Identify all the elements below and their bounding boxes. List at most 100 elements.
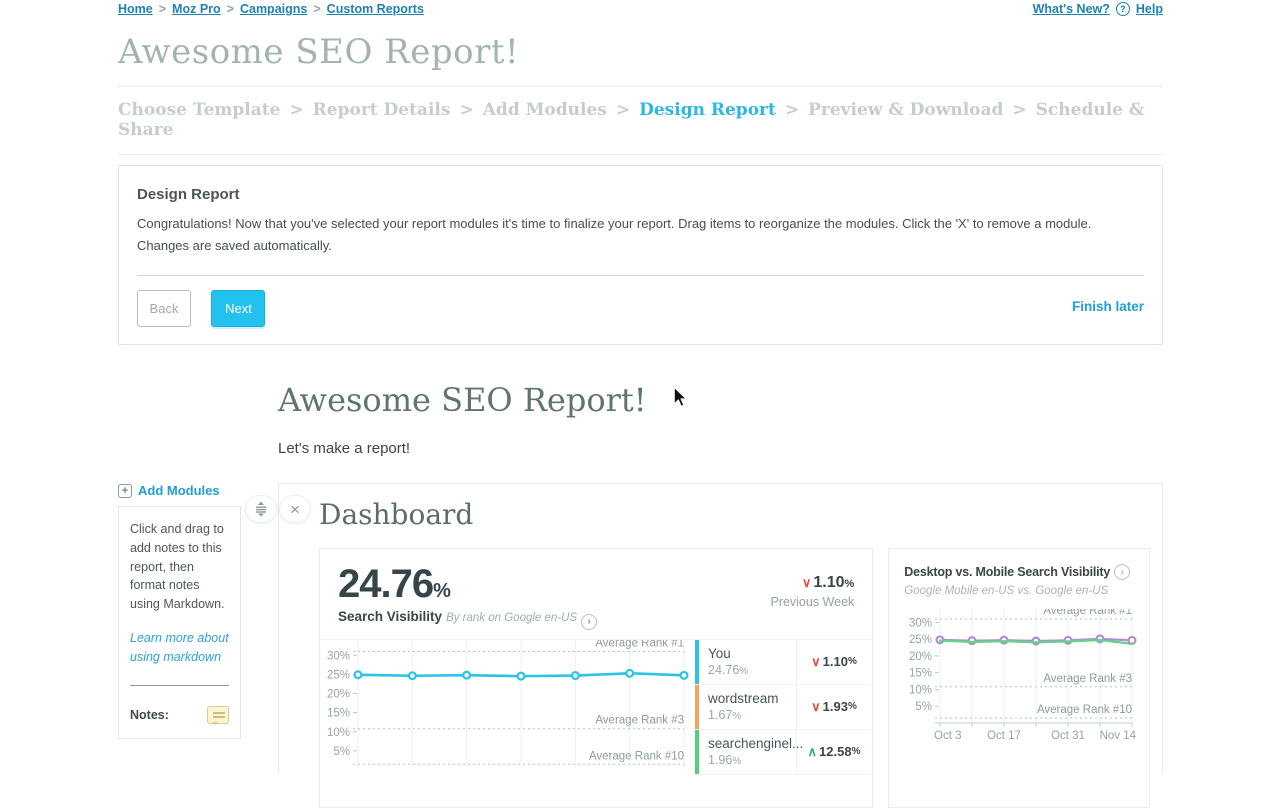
modules-sidebar: + Add Modules Click and drag to add note…	[118, 483, 241, 739]
legend-change: ∨1.10%	[796, 640, 871, 684]
notes-label: Notes:	[130, 708, 169, 722]
divider	[130, 685, 229, 686]
step-add-modules[interactable]: Add Modules	[483, 100, 607, 120]
search-visibility-card: 24.76% Search Visibility By rank on Googl…	[319, 548, 873, 808]
change-value: 1.10	[813, 574, 844, 591]
breadcrumb-separator: >	[313, 2, 320, 16]
top-links: What's New? ? Help	[1033, 2, 1163, 16]
help-link[interactable]: Help	[1136, 2, 1163, 16]
breadcrumb-link-home[interactable]: Home	[118, 2, 153, 16]
breadcrumb-link-campaigns[interactable]: Campaigns	[240, 2, 307, 16]
svg-text:Average Rank #1: Average Rank #1	[595, 640, 684, 649]
step-separator: >	[785, 100, 799, 120]
remove-module-icon[interactable]: ×	[279, 495, 311, 523]
legend-name: You	[708, 646, 796, 661]
desktop-mobile-subtitle: Google Mobile en-US vs. Google en-US	[904, 585, 1137, 597]
step-preview-download[interactable]: Preview & Download	[808, 100, 1003, 120]
report-preview-subtitle: Let's make a report!	[278, 440, 1163, 457]
panel-actions: Back Next Finish later	[137, 290, 1144, 328]
legend-value: 24.76%	[708, 663, 796, 677]
divider	[118, 154, 1163, 155]
step-nav: Choose Template > Report Details > Add Modul…	[118, 87, 1163, 154]
plus-icon: +	[118, 484, 132, 498]
legend-row: wordstream1.67%∨1.93%	[695, 685, 871, 730]
legend-row: searchenginel...1.96%∧12.58%	[695, 730, 871, 775]
next-button[interactable]: Next	[211, 290, 265, 327]
add-modules-button[interactable]: + Add Modules	[118, 483, 241, 498]
breadcrumb-link-moz-pro[interactable]: Moz Pro	[172, 2, 221, 16]
markdown-learn-more-link[interactable]: Learn more about using markdown	[130, 629, 229, 667]
top-bar: Home > Moz Pro > Campaigns > Custom Reports Wh…	[118, 0, 1163, 16]
svg-text:Average Rank #10: Average Rank #10	[1037, 704, 1132, 716]
svg-text:5%: 5%	[916, 701, 933, 713]
svg-text:Oct 31: Oct 31	[1051, 730, 1085, 739]
svg-text:Average Rank #1: Average Rank #1	[1044, 609, 1133, 617]
down-chevron-icon: ∨	[802, 575, 812, 590]
help-icon[interactable]: ?	[1116, 2, 1130, 16]
dashboard-module: × Dashboard 24.76% Search Visibility By r…	[278, 483, 1163, 773]
svg-text:Nov 14: Nov 14	[1100, 730, 1137, 739]
step-design-report[interactable]: Design Report	[639, 100, 776, 120]
breadcrumb-separator: >	[227, 2, 234, 16]
step-separator: >	[289, 100, 303, 120]
down-chevron-icon: ∨	[811, 654, 821, 670]
svg-text:Oct 3: Oct 3	[934, 730, 961, 739]
svg-text:5%: 5%	[333, 746, 350, 758]
search-visibility-legend: You24.76%∨1.10%wordstream1.67%∨1.93%sear…	[695, 640, 871, 775]
drag-handle-icon[interactable]	[245, 495, 277, 523]
desktop-mobile-title: Desktop vs. Mobile Search Visibility	[904, 565, 1110, 579]
search-visibility-value: 24.76%	[338, 562, 597, 606]
search-visibility-chart: 30% 25% 20% 15% 10% 5% Average Rank #1 Average …	[320, 640, 695, 767]
legend-change: ∧12.58%	[796, 730, 871, 774]
svg-text:Oct 17: Oct 17	[987, 730, 1021, 739]
up-chevron-icon: ∧	[808, 744, 818, 760]
notes-help-text: Click and drag to add notes to this repo…	[130, 520, 229, 614]
change-block: ∨1.10% Previous Week	[770, 562, 854, 630]
step-separator: >	[616, 100, 630, 120]
detail-chevron-icon[interactable]: ›	[1114, 564, 1130, 580]
search-visibility-label: Search Visibility	[338, 609, 442, 624]
report-preview-title: Awesome SEO Report!	[278, 381, 1163, 419]
svg-text:Average Rank #3: Average Rank #3	[1044, 673, 1133, 685]
svg-text:10%: 10%	[327, 726, 350, 738]
svg-text:15%: 15%	[909, 668, 932, 680]
step-separator: >	[459, 100, 473, 120]
down-chevron-icon: ∨	[811, 699, 821, 715]
note-bubble-icon	[207, 706, 229, 724]
svg-text:15%: 15%	[327, 707, 350, 719]
step-report-details[interactable]: Report Details	[313, 100, 451, 120]
svg-text:30%: 30%	[327, 650, 350, 662]
svg-text:25%: 25%	[327, 669, 350, 681]
search-visibility-sublabel: By rank on Google en-US	[446, 612, 577, 624]
svg-text:20%: 20%	[909, 651, 932, 663]
back-button[interactable]: Back	[137, 290, 191, 327]
report-preview-body: + Add Modules Click and drag to add note…	[118, 483, 1163, 773]
svg-text:Average Rank #10: Average Rank #10	[589, 750, 684, 762]
svg-text:25%: 25%	[909, 634, 932, 646]
svg-text:20%: 20%	[327, 688, 350, 700]
desktop-mobile-card: Desktop vs. Mobile Search Visibility › G…	[888, 548, 1150, 808]
legend-name: wordstream	[708, 691, 796, 706]
module-title: Dashboard	[319, 498, 1150, 531]
breadcrumb-separator: >	[159, 2, 166, 16]
legend-change: ∨1.93%	[796, 685, 871, 729]
svg-text:Average Rank #3: Average Rank #3	[595, 714, 684, 726]
breadcrumb-link-custom-reports[interactable]: Custom Reports	[327, 2, 424, 16]
whats-new-link[interactable]: What's New?	[1033, 2, 1110, 16]
change-caption: Previous Week	[770, 595, 854, 609]
design-report-panel: Design Report Congratulations! Now that …	[118, 165, 1163, 345]
detail-chevron-icon[interactable]: ›	[581, 614, 597, 630]
legend-color-bar	[695, 685, 699, 729]
svg-text:10%: 10%	[909, 685, 932, 697]
legend-row: You 24.76%∨1.10%	[695, 640, 871, 685]
finish-later-link[interactable]: Finish later	[1072, 299, 1144, 314]
divider	[137, 275, 1144, 276]
step-choose-template[interactable]: Choose Template	[118, 100, 280, 120]
panel-title: Design Report	[137, 186, 1144, 203]
step-separator: >	[1012, 100, 1026, 120]
legend-color-bar	[695, 730, 699, 774]
legend-value: 1.96%	[708, 753, 796, 767]
add-modules-label[interactable]: Add Modules	[138, 483, 220, 498]
page-title: Awesome SEO Report!	[118, 32, 1163, 72]
notes-module-card[interactable]: Click and drag to add notes to this repo…	[118, 506, 241, 739]
